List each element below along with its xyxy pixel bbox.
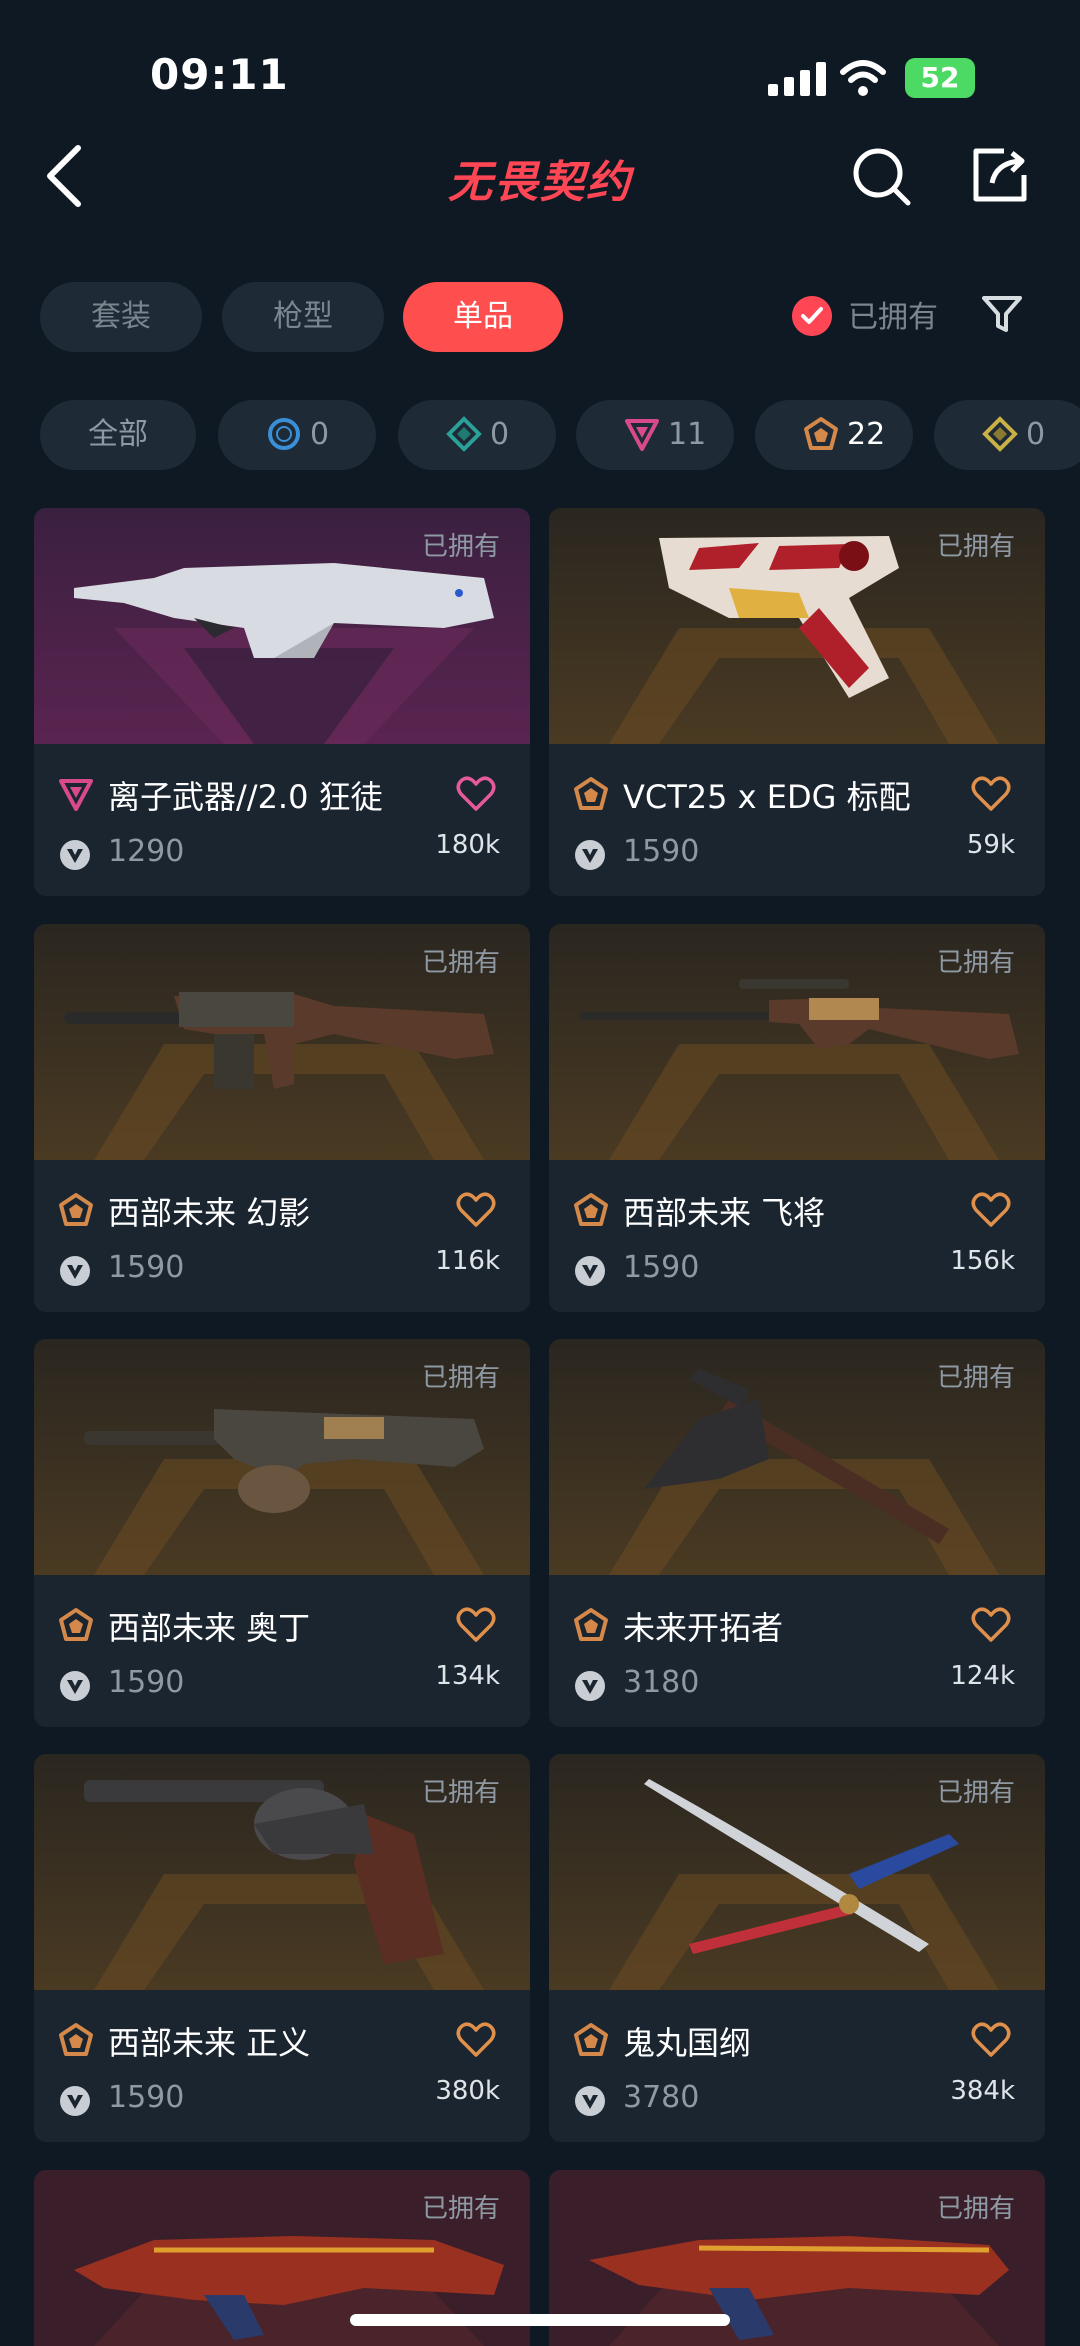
valorant-points-icon (575, 1256, 605, 1286)
skin-name: 西部未来 正义 (108, 2024, 311, 2062)
owned-tag: 已拥有 (421, 2194, 500, 2224)
search-button[interactable] (850, 145, 912, 207)
owned-tag: 已拥有 (421, 1363, 500, 1393)
skin-price: 1590 (108, 1250, 185, 1285)
exclusive-tier-icon (59, 1608, 93, 1641)
skin-price: 3180 (623, 1665, 700, 1700)
like-count: 156k (950, 1246, 1015, 1276)
owned-tag: 已拥有 (421, 948, 500, 978)
skin-card[interactable]: 已拥有 西部未来 奥丁 1590 134k (34, 1339, 530, 1727)
skin-name: 西部未来 飞将 (623, 1194, 826, 1232)
like-count: 380k (435, 2076, 500, 2106)
tab-single-items[interactable]: 单品 (403, 282, 563, 352)
skin-name: VCT25 x EDG 标配 (623, 778, 911, 816)
brand-logo: 无畏契约 (448, 157, 632, 208)
share-button[interactable] (970, 145, 1030, 205)
skin-price: 1590 (108, 1665, 185, 1700)
status-bar: 09:11 52 (0, 0, 1080, 130)
skin-name: 离子武器//2.0 狂徒 (108, 778, 383, 816)
tab-weapon-type[interactable]: 枪型 (222, 282, 384, 352)
heart-icon[interactable] (456, 1607, 496, 1643)
battery-indicator: 52 (905, 58, 975, 98)
skin-card[interactable]: 已拥有 VCT25 x EDG 标配 1590 59k (549, 508, 1045, 896)
owned-checkbox[interactable] (792, 296, 832, 336)
valorant-points-icon (60, 2086, 90, 2116)
skin-card[interactable]: 已拥有 西部未来 幻影 1590 116k (34, 924, 530, 1312)
skin-name: 未来开拓者 (623, 1609, 784, 1647)
exclusive-tier-icon (574, 1608, 608, 1641)
premium-tier-icon (625, 419, 659, 451)
owned-filter-label[interactable]: 已拥有 (848, 292, 938, 336)
skin-price: 1590 (623, 834, 700, 869)
skin-price: 1590 (108, 2080, 185, 2115)
valorant-points-icon (575, 2086, 605, 2116)
chip-premium-tier[interactable]: 11 (576, 400, 734, 470)
deluxe-tier-icon (446, 416, 482, 452)
skin-card[interactable]: 已拥有 未来开拓者 3180 124k (549, 1339, 1045, 1727)
owned-tag: 已拥有 (936, 2194, 1015, 2224)
skin-card[interactable]: 已拥有 鬼丸国纲 3780 384k (549, 1754, 1045, 2142)
chip-all[interactable]: 全部 (40, 400, 196, 470)
owned-tag: 已拥有 (936, 532, 1015, 562)
home-indicator[interactable] (350, 2314, 730, 2326)
heart-icon[interactable] (971, 1607, 1011, 1643)
valorant-points-icon (60, 840, 90, 870)
like-count: 124k (950, 1661, 1015, 1691)
skin-price: 1290 (108, 834, 185, 869)
exclusive-tier-icon (574, 2023, 608, 2056)
exclusive-tier-icon (574, 1193, 608, 1226)
chip-count: 22 (847, 417, 886, 452)
ultra-tier-icon (982, 416, 1018, 452)
like-count: 59k (966, 830, 1015, 860)
owned-tag: 已拥有 (936, 948, 1015, 978)
owned-tag: 已拥有 (421, 532, 500, 562)
skin-name: 西部未来 奥丁 (108, 1609, 311, 1647)
skin-card[interactable]: 已拥有 离子武器//2.0 狂徒 1290 180k (34, 508, 530, 896)
heart-icon[interactable] (456, 1192, 496, 1228)
cellular-signal-icon (768, 62, 826, 96)
skin-price: 3780 (623, 2080, 700, 2115)
chip-exclusive-tier[interactable]: 22 (755, 400, 913, 470)
chip-count: 0 (1026, 417, 1046, 452)
heart-icon[interactable] (971, 1192, 1011, 1228)
exclusive-tier-icon (804, 417, 838, 450)
heart-icon[interactable] (971, 2022, 1011, 2058)
skin-price: 1590 (623, 1250, 700, 1285)
skin-name: 西部未来 幻影 (108, 1194, 311, 1232)
skin-card[interactable]: 已拥有 西部未来 飞将 1590 156k (549, 924, 1045, 1312)
valorant-points-icon (60, 1671, 90, 1701)
tab-bundles[interactable]: 套装 (40, 282, 202, 352)
exclusive-tier-icon (574, 777, 608, 810)
valorant-points-icon (575, 1671, 605, 1701)
like-count: 180k (435, 830, 500, 860)
chip-select-tier[interactable]: 0 (218, 400, 376, 470)
owned-tag: 已拥有 (936, 1363, 1015, 1393)
valorant-points-icon (575, 840, 605, 870)
chip-deluxe-tier[interactable]: 0 (398, 400, 556, 470)
heart-icon[interactable] (456, 776, 496, 812)
premium-tier-icon (59, 779, 93, 811)
skin-card[interactable]: 已拥有 西部未来 正义 1590 380k (34, 1754, 530, 2142)
like-count: 384k (950, 2076, 1015, 2106)
filter-icon[interactable] (980, 292, 1024, 336)
owned-tag: 已拥有 (421, 1778, 500, 1808)
owned-tag: 已拥有 (936, 1778, 1015, 1808)
like-count: 116k (435, 1246, 500, 1276)
skin-name: 鬼丸国纲 (623, 2024, 752, 2062)
status-time: 09:11 (150, 50, 289, 99)
wifi-icon (840, 60, 886, 96)
valorant-points-icon (60, 1256, 90, 1286)
heart-icon[interactable] (456, 2022, 496, 2058)
chip-count: 0 (310, 417, 330, 452)
exclusive-tier-icon (59, 2023, 93, 2056)
chip-ultra-tier[interactable]: 0 (934, 400, 1080, 470)
back-button[interactable] (40, 140, 90, 210)
exclusive-tier-icon (59, 1193, 93, 1226)
like-count: 134k (435, 1661, 500, 1691)
select-tier-icon (268, 418, 300, 450)
heart-icon[interactable] (971, 776, 1011, 812)
chip-count: 11 (668, 417, 707, 452)
chip-count: 0 (490, 417, 510, 452)
